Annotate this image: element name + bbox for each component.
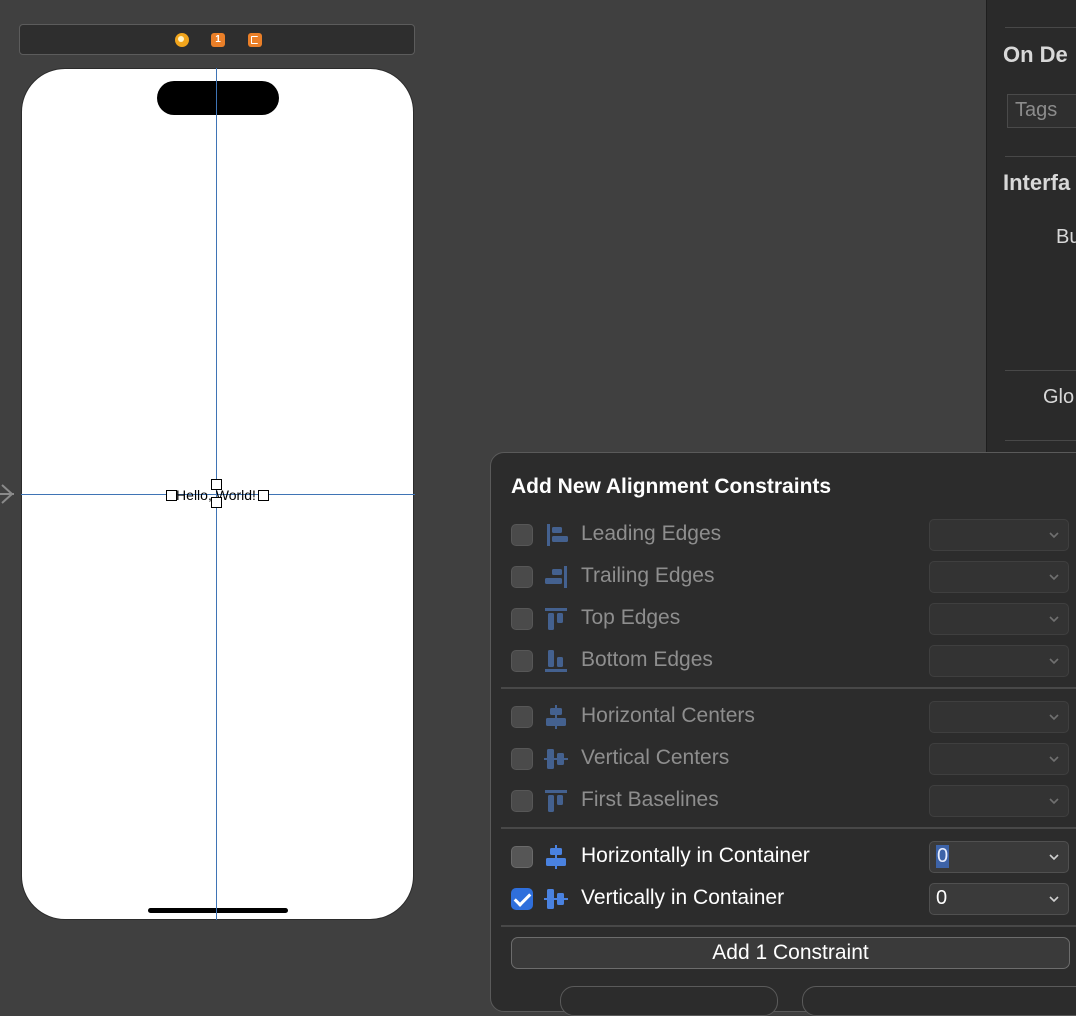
chevron-down-icon: [1049, 658, 1059, 665]
constraint-checkbox: [511, 650, 533, 672]
inspector-divider: [1005, 370, 1076, 371]
constant-select: [929, 743, 1069, 775]
constraint-label: First Baselines: [581, 788, 719, 811]
tags-field[interactable]: Tags: [1007, 94, 1076, 128]
constant-select[interactable]: 0: [929, 841, 1069, 873]
constant-select: [929, 519, 1069, 551]
group-divider: [501, 687, 1076, 689]
constraint-row: Horizontally in Container 0: [511, 841, 1071, 873]
chevron-down-icon: [1049, 616, 1059, 623]
constraint-row: Vertical Centers: [511, 743, 1071, 775]
exit-icon[interactable]: [248, 33, 262, 47]
constraint-row: Vertically in Container 0: [511, 883, 1071, 915]
constraint-label: Vertically in Container: [581, 886, 785, 909]
vertically-in-container-icon: [544, 889, 568, 909]
chevron-down-icon: [1049, 714, 1059, 721]
chevron-down-icon: [1049, 756, 1059, 763]
constraint-checkbox: [511, 566, 533, 588]
add-constraint-button[interactable]: Add 1 Constraint: [511, 937, 1070, 969]
group-divider: [501, 827, 1076, 829]
builder-label: Bu: [1056, 226, 1076, 248]
constraint-row: Leading Edges: [511, 519, 1071, 551]
global-label: Glo: [1043, 386, 1075, 408]
view-controller-icon[interactable]: [175, 33, 189, 47]
constraint-row: Trailing Edges: [511, 561, 1071, 593]
storyboard-canvas[interactable]: 1 Hello, World! On De Tags Interfa Bu Gl…: [0, 0, 1076, 1016]
inspector-divider: [1005, 27, 1076, 28]
interface-builder-heading: Interfa: [1003, 170, 1071, 195]
on-demand-heading: On De: [1003, 42, 1068, 67]
alignment-constraints-popover: Add New Alignment Constraints Leading Ed…: [490, 452, 1076, 1012]
dynamic-island: [157, 81, 279, 115]
top-edges-icon: [545, 608, 567, 630]
inspector-divider: [1005, 156, 1076, 157]
trailing-edges-icon: [545, 566, 567, 588]
constraint-label: Bottom Edges: [581, 648, 713, 671]
chevron-down-icon: [1049, 532, 1059, 539]
popover-tab-left: [560, 986, 778, 1016]
resize-handle-right[interactable]: [258, 490, 269, 501]
constraint-label: Horizontally in Container: [581, 844, 810, 867]
inspector-divider: [1005, 440, 1076, 441]
constraint-label: Vertical Centers: [581, 746, 730, 769]
first-baselines-icon: [545, 790, 567, 812]
resize-handle-top[interactable]: [211, 479, 222, 490]
constraint-checkbox[interactable]: [511, 888, 533, 910]
constraint-checkbox[interactable]: [511, 846, 533, 868]
horizontal-centers-icon: [546, 705, 566, 729]
constraint-checkbox: [511, 524, 533, 546]
constraint-checkbox: [511, 706, 533, 728]
constant-value[interactable]: 0: [936, 845, 950, 868]
constant-select: [929, 701, 1069, 733]
scene-dock: 1: [19, 24, 415, 55]
horizontally-in-container-icon: [546, 845, 566, 869]
constraint-row: First Baselines: [511, 785, 1071, 817]
constraint-label: Trailing Edges: [581, 564, 715, 587]
chevron-down-icon: [1049, 854, 1059, 861]
constraint-label: Horizontal Centers: [581, 704, 755, 727]
constraint-checkbox: [511, 790, 533, 812]
chevron-down-icon: [1049, 896, 1059, 903]
entry-point-arrow-icon: [0, 484, 14, 504]
constraint-checkbox: [511, 608, 533, 630]
vertical-centers-icon: [544, 749, 568, 769]
constant-value[interactable]: 0: [936, 887, 947, 910]
constant-select: [929, 645, 1069, 677]
popover-tab-right: [802, 986, 1076, 1016]
constant-select: [929, 603, 1069, 635]
chevron-down-icon: [1049, 574, 1059, 581]
chevron-down-icon: [1049, 798, 1059, 805]
first-responder-icon[interactable]: 1: [211, 33, 225, 47]
resize-handle-left[interactable]: [166, 490, 177, 501]
home-indicator: [148, 908, 288, 913]
constraint-row: Bottom Edges: [511, 645, 1071, 677]
constant-select: [929, 785, 1069, 817]
bottom-edges-icon: [545, 650, 567, 672]
constant-select: [929, 561, 1069, 593]
leading-edges-icon: [547, 524, 568, 546]
constraint-checkbox: [511, 748, 533, 770]
constant-select[interactable]: 0: [929, 883, 1069, 915]
constraint-label: Leading Edges: [581, 522, 722, 545]
popover-title: Add New Alignment Constraints: [511, 475, 832, 498]
resize-handle-bottom[interactable]: [211, 497, 222, 508]
group-divider: [501, 925, 1076, 927]
constraint-row: Top Edges: [511, 603, 1071, 635]
constraint-row: Horizontal Centers: [511, 701, 1071, 733]
constraint-label: Top Edges: [581, 606, 681, 629]
